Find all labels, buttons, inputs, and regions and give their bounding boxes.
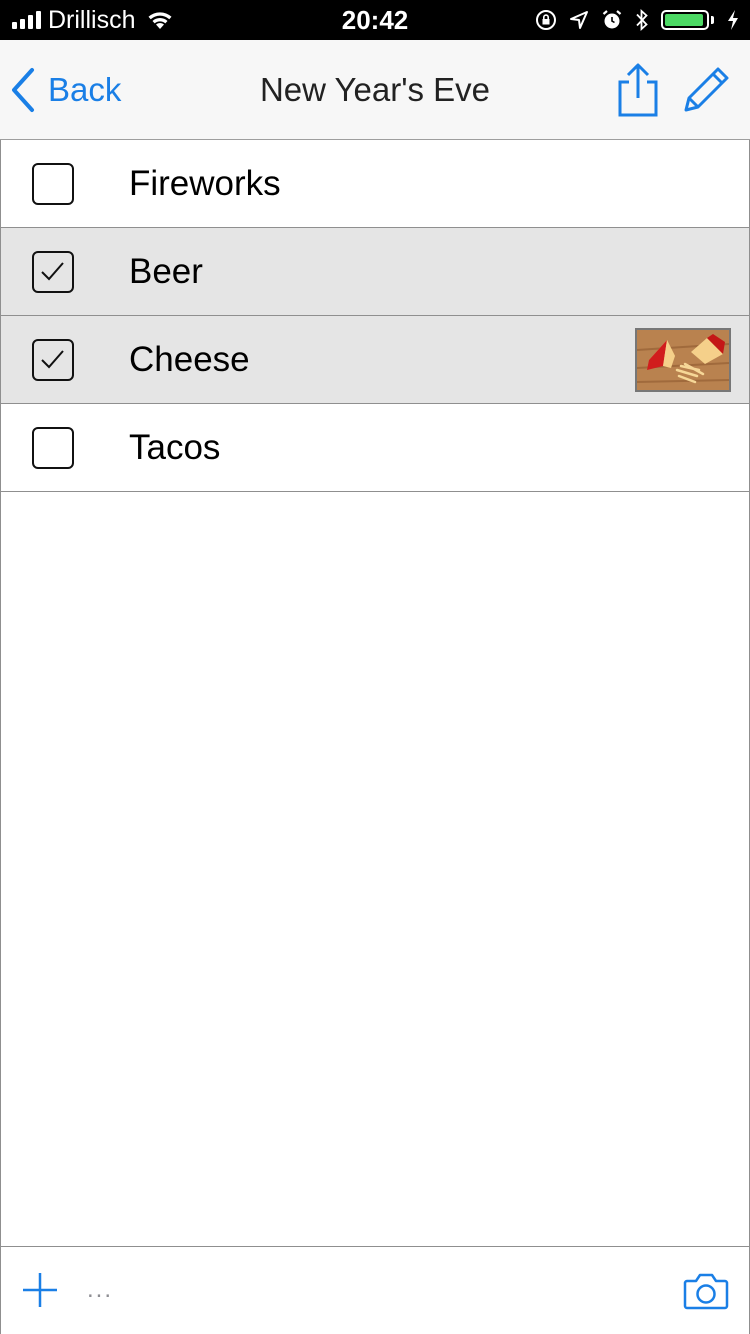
checkbox[interactable] — [32, 427, 74, 469]
battery-icon — [661, 10, 709, 30]
charging-bolt-icon — [728, 10, 738, 30]
orientation-lock-icon — [536, 10, 556, 30]
list-item-fireworks[interactable]: Fireworks — [0, 140, 750, 228]
item-label: Tacos — [129, 428, 221, 467]
item-label: Fireworks — [129, 164, 281, 203]
empty-list-area — [0, 492, 750, 1246]
item-label: Cheese — [129, 340, 250, 379]
bluetooth-icon — [636, 8, 648, 32]
checkbox[interactable] — [32, 251, 74, 293]
checkbox[interactable] — [32, 163, 74, 205]
alarm-icon — [602, 10, 622, 29]
item-label: Beer — [129, 252, 203, 291]
bottom-toolbar: ... — [0, 1246, 750, 1334]
navigation-bar: Back New Year's Eve — [0, 40, 750, 140]
list-item-cheese[interactable]: Cheese — [0, 316, 750, 404]
camera-button[interactable] — [683, 1271, 729, 1311]
plus-icon — [23, 1273, 57, 1307]
more-button[interactable]: ... — [87, 1275, 113, 1305]
chevron-left-icon — [12, 68, 34, 112]
pencil-icon — [684, 67, 729, 112]
camera-icon — [683, 1273, 729, 1310]
list-item-beer[interactable]: Beer — [0, 228, 750, 316]
back-label: Back — [48, 71, 122, 108]
list-item-tacos[interactable]: Tacos — [0, 404, 750, 492]
share-icon — [618, 63, 658, 117]
battery-tip — [711, 16, 714, 24]
checkmark-icon — [41, 262, 64, 281]
checklist: Fireworks Beer Cheese Tacos — [0, 140, 750, 492]
back-button[interactable]: Back — [10, 64, 121, 116]
location-arrow-icon — [570, 11, 588, 29]
share-button[interactable] — [612, 62, 662, 118]
checkbox[interactable] — [32, 339, 74, 381]
edit-button[interactable] — [680, 64, 732, 116]
add-item-button[interactable] — [21, 1271, 59, 1309]
checkmark-icon — [41, 350, 64, 369]
page-title: New Year's Eve — [259, 71, 491, 108]
cheese-photo — [637, 330, 729, 390]
item-photo-thumbnail[interactable] — [635, 328, 731, 392]
status-bar: Drillisch 20:42 — [0, 0, 750, 40]
